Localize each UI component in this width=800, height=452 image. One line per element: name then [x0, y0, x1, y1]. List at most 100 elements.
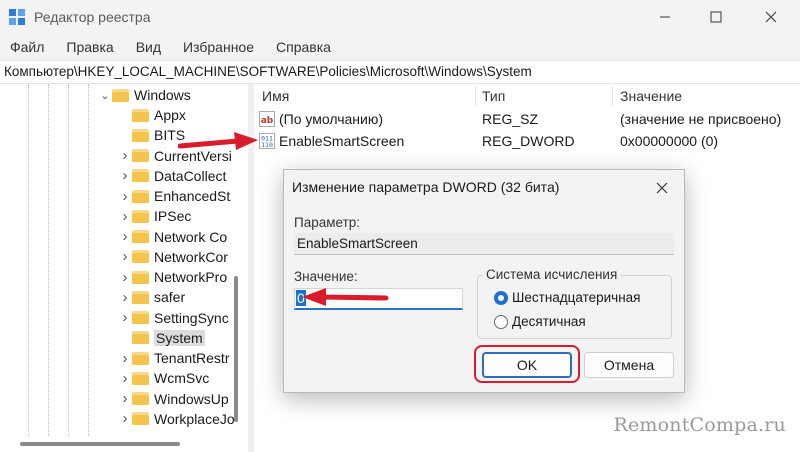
chevron-right-icon[interactable]: › [118, 147, 132, 164]
menu-favorites[interactable]: Избранное [172, 36, 265, 58]
tree-item[interactable]: › EnhancedSt [118, 186, 231, 206]
radio-hexadecimal[interactable]: Шестнадцатеричная [494, 290, 641, 305]
tree-item-windows[interactable]: ⌄ Windows [98, 85, 191, 105]
value-data: 0x00000000 (0) [620, 133, 719, 149]
column-divider[interactable] [612, 86, 613, 106]
radio-label: Шестнадцатеричная [512, 290, 641, 305]
tree-item-label: Windows [134, 87, 191, 103]
close-button[interactable] [748, 0, 794, 34]
tree-item[interactable]: › WorkplaceJo [118, 409, 235, 429]
menu-help[interactable]: Справка [265, 36, 342, 58]
close-icon [765, 11, 777, 23]
scrollbar-thumb[interactable] [20, 442, 180, 446]
column-header-value[interactable]: Значение [620, 88, 682, 104]
folder-icon [132, 351, 149, 365]
folder-icon [132, 189, 149, 203]
tree-item[interactable]: › WindowsUp [118, 389, 229, 409]
value-data: (значение не присвоено) [620, 111, 782, 127]
tree-item-label: WcmSvc [154, 370, 210, 387]
folder-icon [132, 250, 149, 264]
folder-icon [132, 331, 149, 345]
chevron-right-icon[interactable]: › [118, 350, 132, 367]
tree-item-label: SettingSync [154, 309, 229, 326]
maximize-icon [710, 11, 722, 23]
radio-unchecked-icon [494, 314, 508, 329]
cancel-button[interactable]: Отмена [584, 352, 674, 378]
dialog-close-button[interactable] [652, 178, 672, 198]
ok-button[interactable]: OK [482, 352, 572, 378]
chevron-right-icon[interactable]: › [118, 228, 132, 245]
tree-horizontal-scrollbar[interactable] [0, 438, 232, 452]
tree-item-label: WorkplaceJo [154, 410, 235, 427]
minimize-icon [660, 16, 670, 18]
folder-icon [132, 311, 149, 324]
menu-view[interactable]: Вид [125, 36, 172, 58]
tree-guide-line [68, 84, 69, 436]
tree-item-label: Appx [154, 107, 186, 123]
menu-edit[interactable]: Правка [55, 36, 124, 58]
table-row[interactable]: 011 110 EnableSmartScreen REG_DWORD 0x00… [254, 131, 800, 151]
watermark: RemontCompa.ru [613, 414, 786, 436]
scrollbar-thumb[interactable] [234, 276, 238, 422]
annotation-arrow [302, 288, 389, 306]
tree-item-label: safer [154, 289, 186, 306]
tree-item-label: WindowsUp [154, 390, 229, 407]
chevron-right-icon[interactable]: › [118, 309, 132, 326]
tree-item-label: NetworkPro [154, 269, 228, 285]
menu-file[interactable]: Файл [0, 36, 55, 58]
chevron-right-icon[interactable]: › [118, 188, 132, 205]
maximize-button[interactable] [693, 0, 739, 34]
value-name: (По умолчанию) [279, 111, 384, 127]
window-title: Редактор реестра [34, 9, 151, 25]
tree-item[interactable]: › WcmSvc [118, 368, 210, 388]
column-header-type[interactable]: Тип [482, 88, 505, 104]
chevron-down-icon[interactable]: ⌄ [98, 89, 112, 102]
tree-item-label: DataCollect [154, 167, 227, 184]
close-icon [656, 182, 668, 194]
chevron-right-icon[interactable]: › [118, 410, 132, 427]
folder-icon [112, 88, 129, 102]
regedit-app-icon [9, 9, 25, 25]
tree-item[interactable]: BITS [118, 125, 185, 145]
chevron-right-icon[interactable]: › [118, 208, 132, 225]
folder-icon [132, 108, 149, 122]
tree-item-label: NetworkCor [154, 248, 228, 265]
chevron-right-icon[interactable]: › [118, 390, 132, 407]
tree-item[interactable]: › IPSec [118, 206, 192, 226]
reg-sz-icon: ab [259, 111, 275, 127]
tree-item[interactable]: › SettingSync [118, 308, 229, 328]
folder-icon [132, 371, 149, 385]
tree-item[interactable]: › safer [118, 287, 186, 307]
table-row[interactable]: ab (По умолчанию) REG_SZ (значение не пр… [254, 109, 800, 129]
chevron-right-icon[interactable]: › [118, 269, 132, 286]
radix-group-label: Система исчисления [483, 267, 621, 282]
folder-icon [132, 209, 149, 223]
tree-item[interactable]: Appx [118, 105, 186, 125]
chevron-right-icon[interactable]: › [118, 289, 132, 306]
chevron-right-icon[interactable]: › [118, 167, 132, 184]
value-type: REG_SZ [482, 111, 539, 127]
tree-item[interactable]: › NetworkPro [118, 267, 228, 287]
tree-item[interactable]: System [118, 328, 205, 348]
minimize-button[interactable] [642, 0, 688, 34]
address-bar[interactable]: Компьютер\HKEY_LOCAL_MACHINE\SOFTWARE\Po… [0, 60, 800, 84]
value-name: EnableSmartScreen [279, 133, 405, 149]
chevron-right-icon[interactable]: › [118, 370, 132, 387]
column-header-name[interactable]: Имя [262, 88, 289, 104]
tree-item[interactable]: › TenantRestr [118, 348, 230, 368]
tree-item-label: TenantRestr [154, 350, 230, 366]
folder-icon [132, 392, 149, 405]
folder-icon [132, 149, 149, 162]
svg-text:ab: ab [261, 116, 274, 126]
tree-item[interactable]: › DataCollect [118, 166, 227, 186]
radix-group [477, 275, 672, 339]
radio-decimal[interactable]: Десятичная [494, 314, 586, 329]
tree-item[interactable]: › NetworkCor [118, 247, 228, 267]
tree-guide-line [28, 84, 29, 436]
param-name-field: EnableSmartScreen [294, 233, 674, 255]
annotation-arrow [178, 132, 258, 150]
tree-item[interactable]: › Network Co [118, 227, 228, 247]
column-divider[interactable] [475, 86, 476, 106]
chevron-right-icon[interactable]: › [118, 248, 132, 265]
title-bar: Редактор реестра [0, 0, 800, 34]
